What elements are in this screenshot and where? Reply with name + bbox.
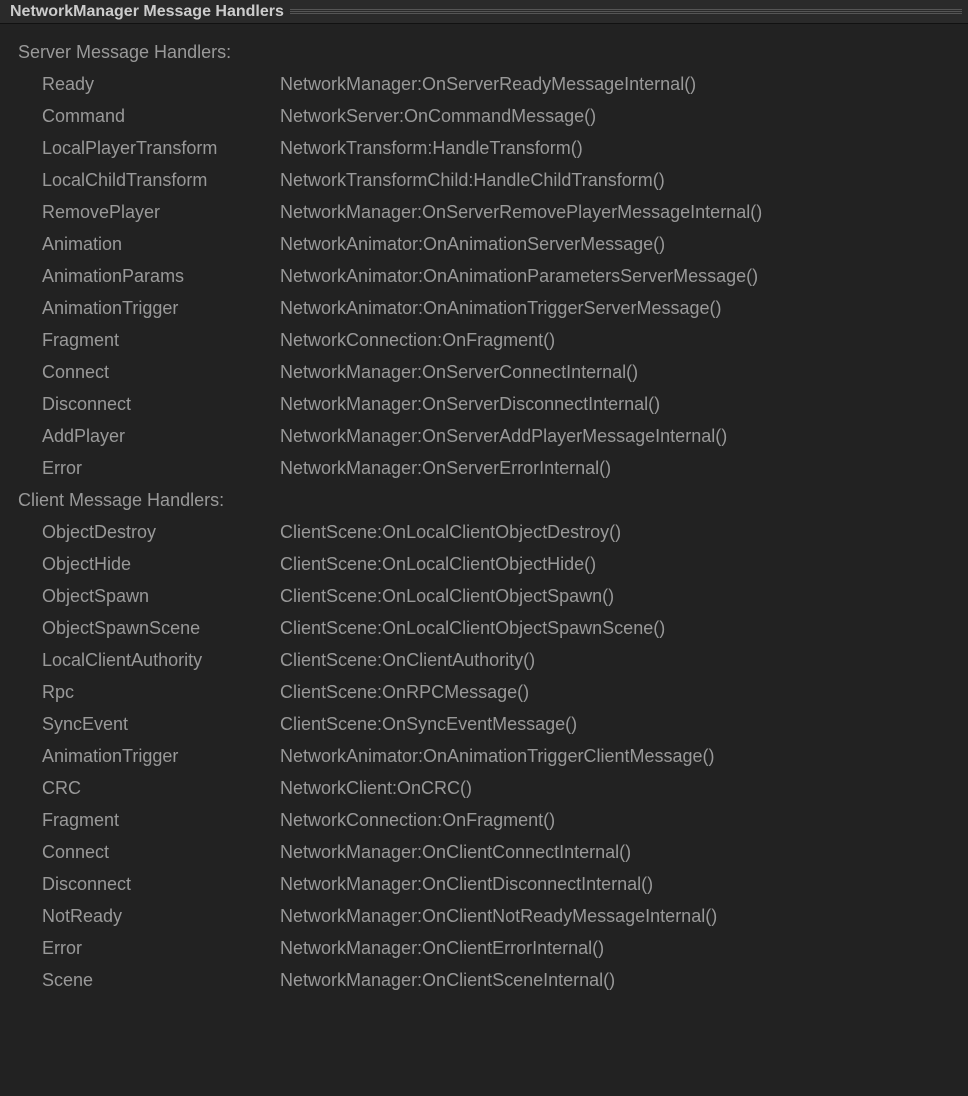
handler-function: NetworkManager:OnServerDisconnectInterna… — [280, 388, 660, 420]
handler-row: AnimationTriggerNetworkAnimator:OnAnimat… — [18, 292, 952, 324]
handler-row: LocalPlayerTransformNetworkTransform:Han… — [18, 132, 952, 164]
handler-function: NetworkAnimator:OnAnimationTriggerServer… — [280, 292, 721, 324]
panel-header: NetworkManager Message Handlers — [0, 0, 968, 24]
handler-row: SyncEventClientScene:OnSyncEventMessage(… — [18, 708, 952, 740]
handler-name: Connect — [42, 836, 280, 868]
handler-row: AnimationParamsNetworkAnimator:OnAnimati… — [18, 260, 952, 292]
handler-name: Error — [42, 452, 280, 484]
handler-function: NetworkClient:OnCRC() — [280, 772, 472, 804]
handler-row: CRCNetworkClient:OnCRC() — [18, 772, 952, 804]
handler-function: ClientScene:OnLocalClientObjectDestroy() — [280, 516, 621, 548]
handler-name: Ready — [42, 68, 280, 100]
handler-row: ObjectHideClientScene:OnLocalClientObjec… — [18, 548, 952, 580]
handler-row: LocalChildTransformNetworkTransformChild… — [18, 164, 952, 196]
handler-function: NetworkServer:OnCommandMessage() — [280, 100, 596, 132]
handler-row: DisconnectNetworkManager:OnClientDisconn… — [18, 868, 952, 900]
handler-name: LocalPlayerTransform — [42, 132, 280, 164]
handler-name: SyncEvent — [42, 708, 280, 740]
handler-function: NetworkConnection:OnFragment() — [280, 324, 555, 356]
handler-function: NetworkAnimator:OnAnimationServerMessage… — [280, 228, 665, 260]
handler-name: Connect — [42, 356, 280, 388]
handler-function: NetworkConnection:OnFragment() — [280, 804, 555, 836]
handler-name: Scene — [42, 964, 280, 996]
handler-row: ReadyNetworkManager:OnServerReadyMessage… — [18, 68, 952, 100]
handler-row: RemovePlayerNetworkManager:OnServerRemov… — [18, 196, 952, 228]
handler-function: NetworkManager:OnServerConnectInternal() — [280, 356, 638, 388]
handler-function: NetworkManager:OnServerRemovePlayerMessa… — [280, 196, 762, 228]
handler-function: NetworkManager:OnClientNotReadyMessageIn… — [280, 900, 717, 932]
handler-function: NetworkTransform:HandleTransform() — [280, 132, 583, 164]
handler-row: ObjectSpawnClientScene:OnLocalClientObje… — [18, 580, 952, 612]
handler-function: NetworkManager:OnClientDisconnectInterna… — [280, 868, 653, 900]
handler-name: NotReady — [42, 900, 280, 932]
handler-function: ClientScene:OnSyncEventMessage() — [280, 708, 577, 740]
handler-name: ObjectHide — [42, 548, 280, 580]
handler-row: RpcClientScene:OnRPCMessage() — [18, 676, 952, 708]
handler-function: ClientScene:OnLocalClientObjectSpawn() — [280, 580, 614, 612]
handler-name: ObjectSpawnScene — [42, 612, 280, 644]
handler-name: AnimationTrigger — [42, 292, 280, 324]
handler-name: ObjectSpawn — [42, 580, 280, 612]
handler-row: ConnectNetworkManager:OnClientConnectInt… — [18, 836, 952, 868]
handler-row: ObjectDestroyClientScene:OnLocalClientOb… — [18, 516, 952, 548]
handler-name: Error — [42, 932, 280, 964]
handler-name: AnimationParams — [42, 260, 280, 292]
handler-function: NetworkManager:OnClientErrorInternal() — [280, 932, 604, 964]
handler-row: SceneNetworkManager:OnClientSceneInterna… — [18, 964, 952, 996]
handler-name: Fragment — [42, 324, 280, 356]
handler-function: NetworkManager:OnClientConnectInternal() — [280, 836, 631, 868]
handler-row: AnimationNetworkAnimator:OnAnimationServ… — [18, 228, 952, 260]
handler-name: AnimationTrigger — [42, 740, 280, 772]
handler-function: NetworkManager:OnServerReadyMessageInter… — [280, 68, 696, 100]
handler-function: NetworkManager:OnClientSceneInternal() — [280, 964, 615, 996]
handler-row: DisconnectNetworkManager:OnServerDisconn… — [18, 388, 952, 420]
handler-function: ClientScene:OnLocalClientObjectHide() — [280, 548, 596, 580]
handler-function: NetworkAnimator:OnAnimationTriggerClient… — [280, 740, 715, 772]
handler-row: ConnectNetworkManager:OnServerConnectInt… — [18, 356, 952, 388]
handler-row: NotReadyNetworkManager:OnClientNotReadyM… — [18, 900, 952, 932]
handler-row: CommandNetworkServer:OnCommandMessage() — [18, 100, 952, 132]
handler-name: RemovePlayer — [42, 196, 280, 228]
handler-row: ObjectSpawnSceneClientScene:OnLocalClien… — [18, 612, 952, 644]
handler-name: Disconnect — [42, 388, 280, 420]
handler-name: AddPlayer — [42, 420, 280, 452]
server-handlers-list: ReadyNetworkManager:OnServerReadyMessage… — [18, 68, 952, 484]
handler-name: Rpc — [42, 676, 280, 708]
handler-name: Animation — [42, 228, 280, 260]
handler-row: FragmentNetworkConnection:OnFragment() — [18, 324, 952, 356]
handler-function: NetworkAnimator:OnAnimationParametersSer… — [280, 260, 758, 292]
handler-function: ClientScene:OnRPCMessage() — [280, 676, 529, 708]
handler-function: NetworkTransformChild:HandleChildTransfo… — [280, 164, 665, 196]
handler-function: NetworkManager:OnServerErrorInternal() — [280, 452, 611, 484]
handler-row: AnimationTriggerNetworkAnimator:OnAnimat… — [18, 740, 952, 772]
header-rule-icon — [290, 11, 962, 12]
handler-row: AddPlayerNetworkManager:OnServerAddPlaye… — [18, 420, 952, 452]
handler-name: Command — [42, 100, 280, 132]
handler-name: Disconnect — [42, 868, 280, 900]
network-manager-handlers-panel: NetworkManager Message Handlers Server M… — [0, 0, 968, 1096]
handler-row: FragmentNetworkConnection:OnFragment() — [18, 804, 952, 836]
client-handlers-list: ObjectDestroyClientScene:OnLocalClientOb… — [18, 516, 952, 996]
handler-name: CRC — [42, 772, 280, 804]
handler-name: Fragment — [42, 804, 280, 836]
handler-name: LocalChildTransform — [42, 164, 280, 196]
handler-row: LocalClientAuthorityClientScene:OnClient… — [18, 644, 952, 676]
handler-name: LocalClientAuthority — [42, 644, 280, 676]
client-section-label: Client Message Handlers: — [18, 484, 952, 516]
handler-name: ObjectDestroy — [42, 516, 280, 548]
handler-function: NetworkManager:OnServerAddPlayerMessageI… — [280, 420, 727, 452]
handler-function: ClientScene:OnLocalClientObjectSpawnScen… — [280, 612, 665, 644]
handler-row: ErrorNetworkManager:OnClientErrorInterna… — [18, 932, 952, 964]
panel-content: Server Message Handlers: ReadyNetworkMan… — [0, 24, 968, 1008]
handler-function: ClientScene:OnClientAuthority() — [280, 644, 535, 676]
server-section-label: Server Message Handlers: — [18, 36, 952, 68]
panel-title: NetworkManager Message Handlers — [0, 3, 290, 21]
handler-row: ErrorNetworkManager:OnServerErrorInterna… — [18, 452, 952, 484]
